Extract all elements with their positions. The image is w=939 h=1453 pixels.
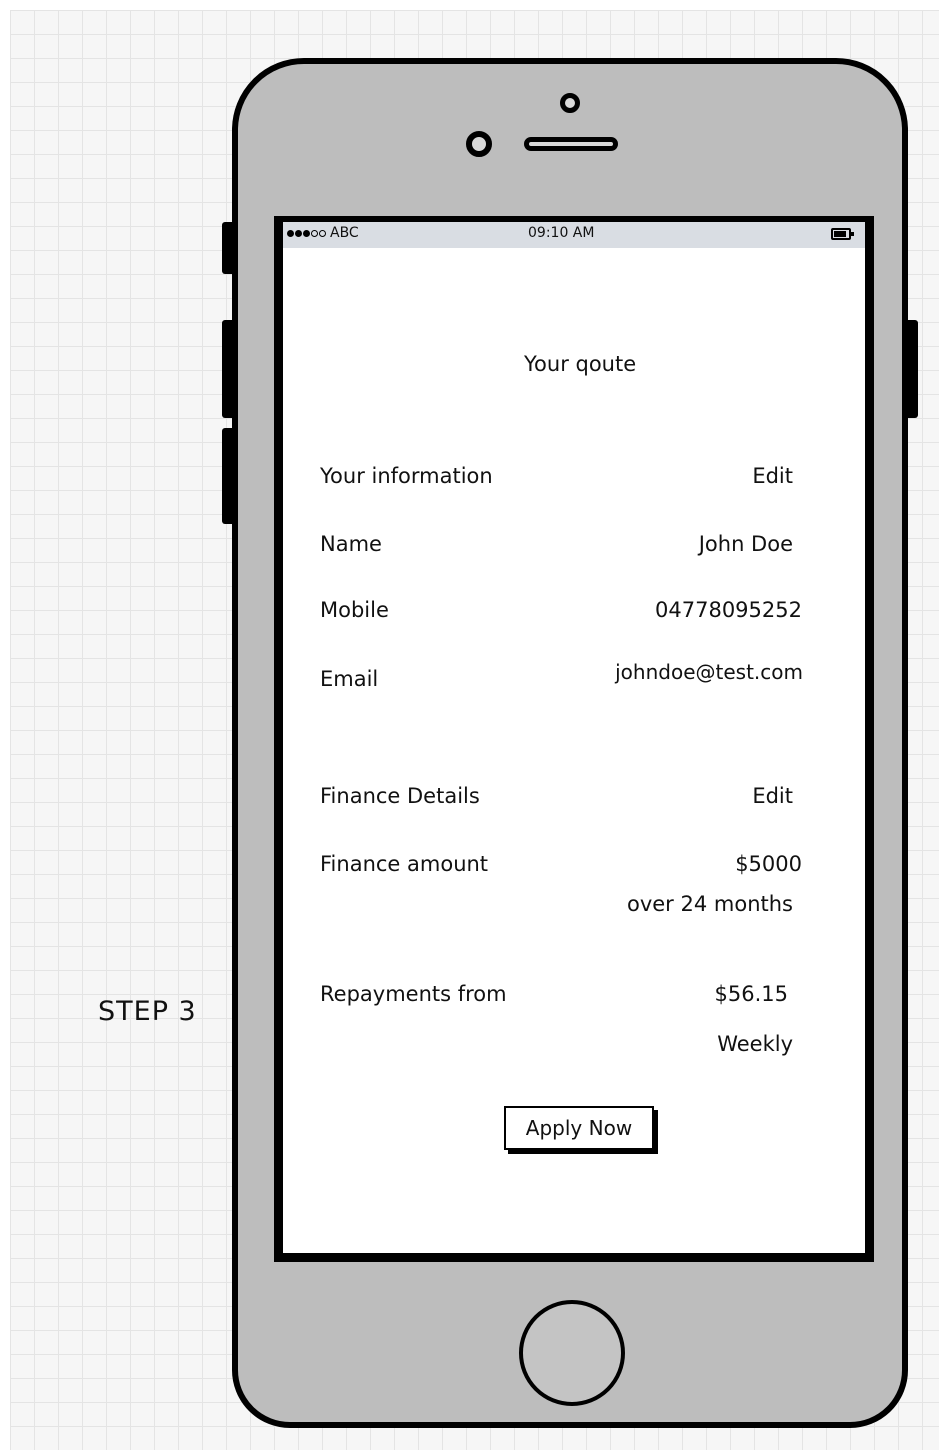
repayments-label: Repayments from [320, 982, 507, 1006]
your-information-heading: Your information [320, 464, 493, 488]
email-value: johndoe@test.com [615, 660, 803, 684]
email-label: Email [320, 667, 379, 691]
repayments-frequency: Weekly [717, 1032, 793, 1056]
phone-screen: ABC 09:10 AM Your qoute Your information… [274, 216, 874, 1262]
status-carrier: ABC [287, 225, 359, 241]
edit-information-link[interactable]: Edit [752, 464, 793, 488]
finance-amount-label: Finance amount [320, 852, 489, 876]
mute-switch [222, 222, 232, 274]
mobile-label: Mobile [320, 598, 389, 622]
volume-up-button [222, 320, 232, 418]
apply-now-button[interactable]: Apply Now [504, 1106, 654, 1150]
sensor-icon [466, 131, 492, 157]
repayments-value: $56.15 [714, 982, 788, 1006]
home-button[interactable] [519, 1300, 625, 1406]
battery-icon [831, 228, 854, 240]
step-label: STEP 3 [98, 996, 197, 1027]
status-time: 09:10 AM [528, 225, 595, 241]
signal-dots-icon [287, 229, 326, 237]
name-value: John Doe [698, 532, 793, 556]
name-label: Name [320, 532, 382, 556]
finance-details-heading: Finance Details [320, 784, 480, 808]
speaker-icon [524, 137, 618, 151]
power-button [908, 320, 918, 418]
page-title: Your qoute [524, 352, 637, 376]
camera-icon [560, 93, 580, 113]
mobile-value: 04778095252 [655, 598, 802, 622]
carrier-name: ABC [330, 225, 359, 241]
status-bar: ABC 09:10 AM [283, 222, 865, 248]
edit-finance-link[interactable]: Edit [752, 784, 793, 808]
finance-amount-value: $5000 [735, 852, 802, 876]
volume-down-button [222, 428, 232, 524]
finance-term: over 24 months [626, 892, 793, 916]
